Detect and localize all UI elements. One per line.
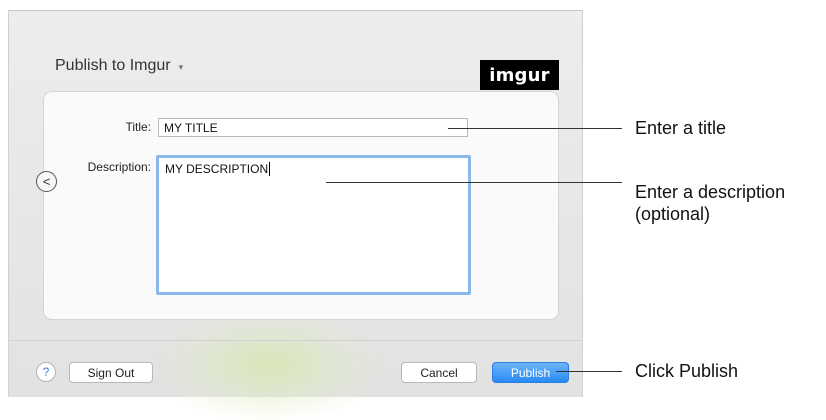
publish-button[interactable]: Publish — [492, 362, 569, 383]
description-textarea[interactable]: MY DESCRIPTION — [156, 155, 471, 295]
dialog-top-border — [9, 10, 582, 11]
description-text: MY DESCRIPTION — [165, 162, 269, 176]
cancel-button[interactable]: Cancel — [401, 362, 477, 383]
title-input[interactable]: MY TITLE — [158, 118, 468, 137]
chevron-down-icon: ▾ — [178, 61, 184, 72]
sign-out-button[interactable]: Sign Out — [69, 362, 153, 383]
chevron-left-icon: < — [42, 174, 51, 189]
back-button[interactable]: < — [36, 171, 57, 192]
publish-callout: Click Publish — [635, 361, 739, 381]
imgur-logo: imgur — [480, 60, 559, 90]
background-glow — [159, 310, 379, 420]
publish-callout-line — [556, 371, 622, 372]
description-callout-line2: (optional) — [635, 204, 711, 224]
title-label: Title: — [125, 120, 151, 134]
help-icon: ? — [42, 365, 50, 379]
service-picker-label: Publish to Imgur — [55, 57, 171, 74]
text-caret — [269, 162, 271, 176]
description-callout-line — [326, 182, 622, 183]
footer-separator — [9, 340, 582, 341]
description-label: Description: — [87, 160, 151, 174]
service-picker[interactable]: Publish to Imgur ▾ — [55, 57, 183, 75]
title-callout: Enter a title — [635, 118, 727, 138]
help-button[interactable]: ? — [36, 362, 56, 382]
title-callout-line — [448, 128, 622, 129]
description-callout-line1: Enter a description — [635, 182, 786, 202]
publish-dialog: Publish to Imgur ▾ imgur < Title: MY TIT… — [8, 10, 583, 420]
